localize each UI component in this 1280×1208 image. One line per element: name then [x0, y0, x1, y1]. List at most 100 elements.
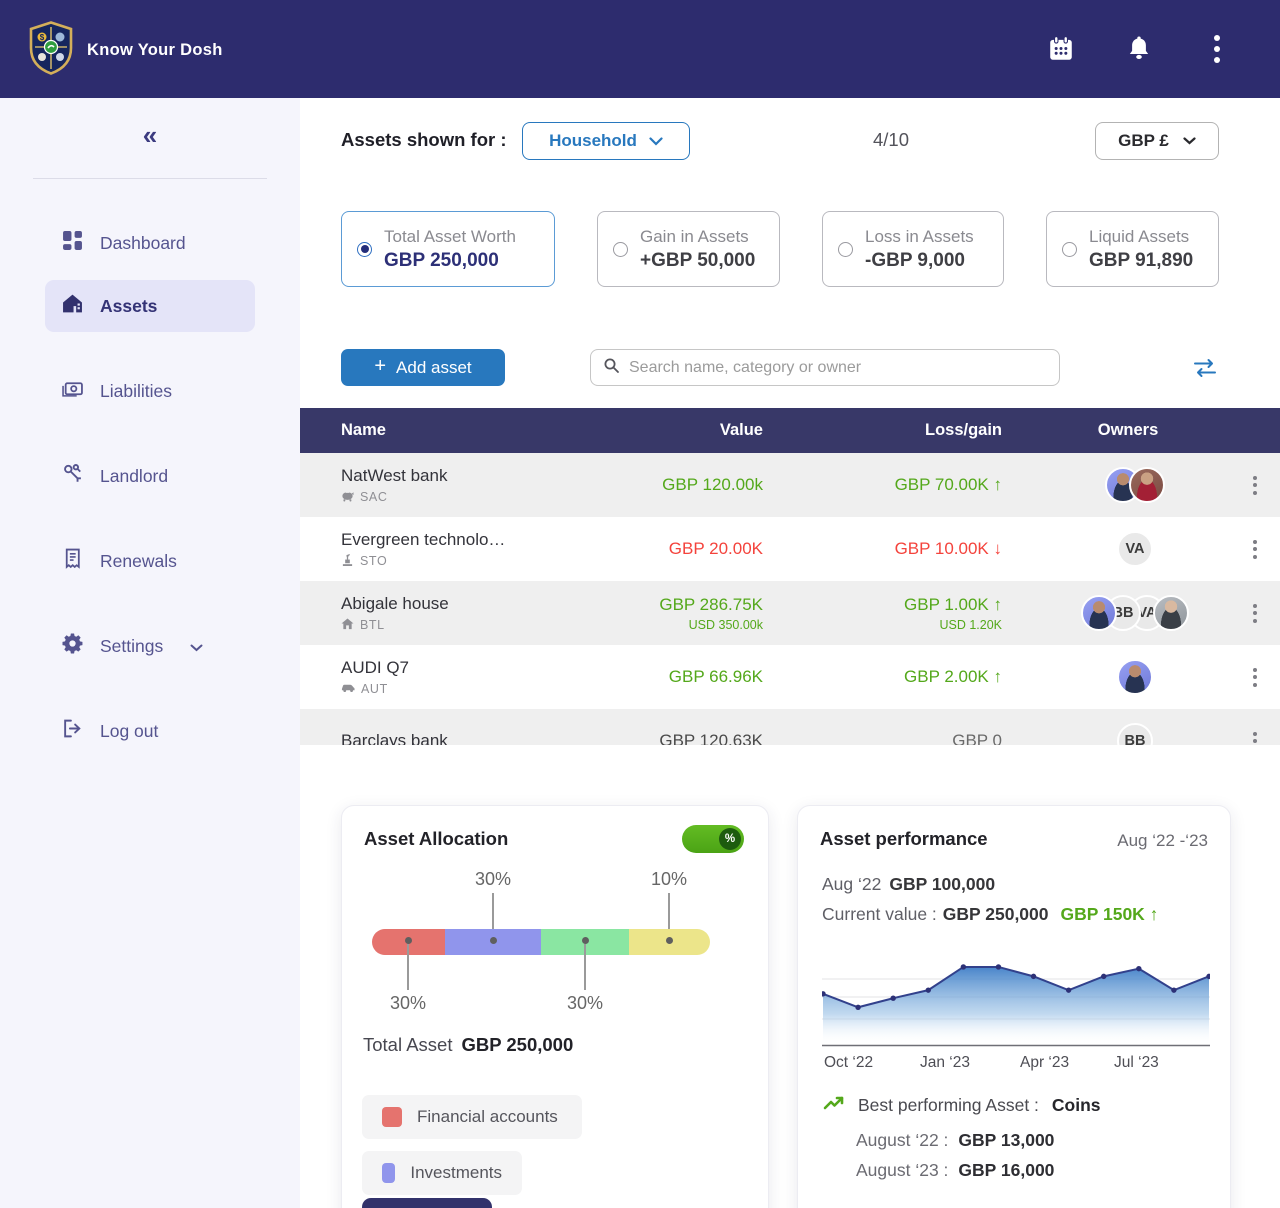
radio-icon[interactable] — [838, 242, 853, 257]
sidebar-item-dashboard[interactable]: Dashboard — [45, 217, 255, 269]
chevron-down-icon — [190, 636, 203, 657]
sidebar-item-renewals[interactable]: Renewals — [45, 535, 255, 587]
owner-avatars: BB VA — [1081, 595, 1189, 631]
scope-dropdown-value: Household — [549, 131, 637, 151]
stat-card-liquid-assets[interactable]: Liquid Assets GBP 91,890 — [1046, 211, 1219, 287]
avatar — [1081, 595, 1117, 631]
asset-allocation-card: Asset Allocation % 30% 10% 30% — [341, 805, 769, 1208]
sidebar-item-liabilities[interactable]: Liabilities — [45, 365, 255, 417]
add-asset-label: Add asset — [396, 358, 472, 378]
legend-chip-financial-accounts[interactable]: Financial accounts — [362, 1095, 582, 1139]
filter-sliders-icon[interactable] — [1190, 354, 1220, 382]
chevron-down-icon — [1183, 137, 1196, 145]
owner-avatars: VA — [1117, 531, 1153, 567]
table-row[interactable]: NatWest bank SAC GBP 120.00k GBP 70.00K … — [300, 453, 1280, 517]
sidebar-collapse-button[interactable]: « — [0, 120, 300, 151]
sidebar-item-logout[interactable]: Log out — [45, 705, 255, 757]
sidebar-item-settings[interactable]: Settings — [45, 620, 255, 672]
stat-card-value: -GBP 9,000 — [865, 250, 974, 272]
sidebar-item-label: Renewals — [100, 551, 177, 572]
assets-house-icon — [62, 293, 83, 319]
stock-chart-icon — [341, 554, 354, 569]
row-menu-button[interactable] — [1247, 662, 1263, 693]
shield-logo-icon: $ — [28, 21, 74, 80]
table-row[interactable]: Abigale house BTL GBP 286.75K USD 350.00… — [300, 581, 1280, 645]
bell-icon[interactable] — [1124, 34, 1154, 64]
performance-area-chart — [822, 961, 1210, 1047]
asset-gain: GBP 0 — [800, 731, 1040, 745]
sidebar-item-label: Settings — [100, 636, 163, 657]
scope-dropdown[interactable]: Household — [522, 122, 690, 160]
start-value: GBP 100,000 — [889, 874, 995, 894]
kebab-menu-icon[interactable] — [1202, 34, 1232, 64]
best-performing-value: Coins — [1052, 1095, 1101, 1116]
currency-dropdown-value: GBP £ — [1118, 131, 1169, 151]
percent-toggle[interactable]: % — [682, 825, 744, 853]
radio-icon[interactable] — [613, 242, 628, 257]
stat-card-loss-in-assets[interactable]: Loss in Assets -GBP 9,000 — [822, 211, 1004, 287]
asset-gain: GBP 10.00K ↓ — [800, 539, 1040, 559]
plus-icon: + — [374, 355, 386, 378]
allocation-segment-label: 30% — [563, 993, 607, 1014]
search-input[interactable] — [629, 359, 1047, 377]
total-asset-value: GBP 250,000 — [461, 1034, 573, 1055]
x-tick-label: Jul ‘23 — [1114, 1054, 1159, 1072]
x-tick-label: Jan ‘23 — [920, 1054, 970, 1072]
stat-card-value: GBP 250,000 — [384, 250, 516, 272]
history-value: GBP 16,000 — [958, 1160, 1054, 1180]
search-bar[interactable] — [590, 349, 1060, 386]
asset-value: GBP 66.96K — [560, 667, 800, 687]
stat-card-total-asset-worth[interactable]: Total Asset Worth GBP 250,000 — [341, 211, 555, 287]
owner-avatars: BB — [1117, 723, 1153, 745]
search-icon — [603, 357, 620, 379]
asset-value: GBP 120.63K — [560, 731, 800, 745]
currency-dropdown[interactable]: GBP £ — [1095, 122, 1219, 160]
main-content: Assets shown for : Household 4/10 GBP £ … — [300, 98, 1280, 1208]
dashboard-icon — [62, 230, 83, 256]
asset-allocation-title: Asset Allocation — [364, 828, 508, 850]
performance-delta: GBP 150K ↑ — [1061, 904, 1159, 924]
table-row[interactable]: Barclays bank GBP 120.63K GBP 0 BB — [300, 709, 1280, 745]
legend-chip-clipped[interactable] — [362, 1198, 492, 1208]
table-row[interactable]: Evergreen technolo… STO GBP 20.00K GBP 1… — [300, 517, 1280, 581]
radio-selected-icon[interactable] — [357, 242, 372, 257]
house-icon — [341, 618, 354, 633]
app-logo[interactable]: $ Know Your Dosh — [28, 21, 223, 80]
stat-card-gain-in-assets[interactable]: Gain in Assets +GBP 50,000 — [597, 211, 780, 287]
row-menu-button[interactable] — [1247, 470, 1263, 501]
sidebar-item-label: Dashboard — [100, 233, 186, 254]
table-row[interactable]: AUDI Q7 AUT GBP 66.96K GBP 2.00K ↑ — [300, 645, 1280, 709]
landlord-keys-icon — [62, 463, 83, 489]
sidebar-item-assets[interactable]: Assets — [45, 280, 255, 332]
history-row: August ‘22 :GBP 13,000 — [856, 1130, 1054, 1151]
avatar-initials: VA — [1117, 531, 1153, 567]
top-navbar: $ Know Your Dosh — [0, 0, 1280, 98]
stat-card-value: GBP 91,890 — [1089, 250, 1193, 272]
asset-name: AUDI Q7 — [341, 658, 560, 678]
app-root: $ Know Your Dosh — [0, 0, 1280, 1208]
legend-chip-investments[interactable]: Investments — [362, 1151, 522, 1195]
avatar — [1129, 467, 1165, 503]
best-performing-label: Best performing Asset : — [858, 1095, 1039, 1116]
add-asset-button[interactable]: + Add asset — [341, 349, 505, 386]
sidebar-item-landlord[interactable]: Landlord — [45, 450, 255, 502]
asset-name: Abigale house — [341, 594, 560, 614]
legend-swatch — [382, 1163, 395, 1183]
pagination-indicator: 4/10 — [873, 129, 909, 151]
sidebar-item-label: Liabilities — [100, 381, 172, 402]
asset-gain: GBP 1.00K ↑ — [800, 595, 1002, 615]
calendar-icon[interactable] — [1046, 34, 1076, 64]
asset-name: Evergreen technolo… — [341, 530, 560, 550]
row-menu-button[interactable] — [1247, 534, 1263, 565]
assets-shown-for-label: Assets shown for : — [341, 129, 507, 151]
row-menu-button[interactable] — [1247, 598, 1263, 629]
stat-card-label: Liquid Assets — [1089, 227, 1193, 247]
performance-date-range: Aug ‘22 -‘23 — [1117, 831, 1208, 851]
row-menu-button[interactable] — [1247, 726, 1263, 746]
allocation-segment-label: 30% — [471, 869, 515, 890]
best-performing-row: Best performing Asset : Coins — [823, 1094, 1101, 1117]
asset-name: Barclays bank — [341, 731, 560, 745]
assets-table: Name Value Loss/gain Owners NatWest bank… — [300, 408, 1280, 745]
radio-icon[interactable] — [1062, 242, 1077, 257]
start-label: Aug ‘22 — [822, 874, 881, 894]
